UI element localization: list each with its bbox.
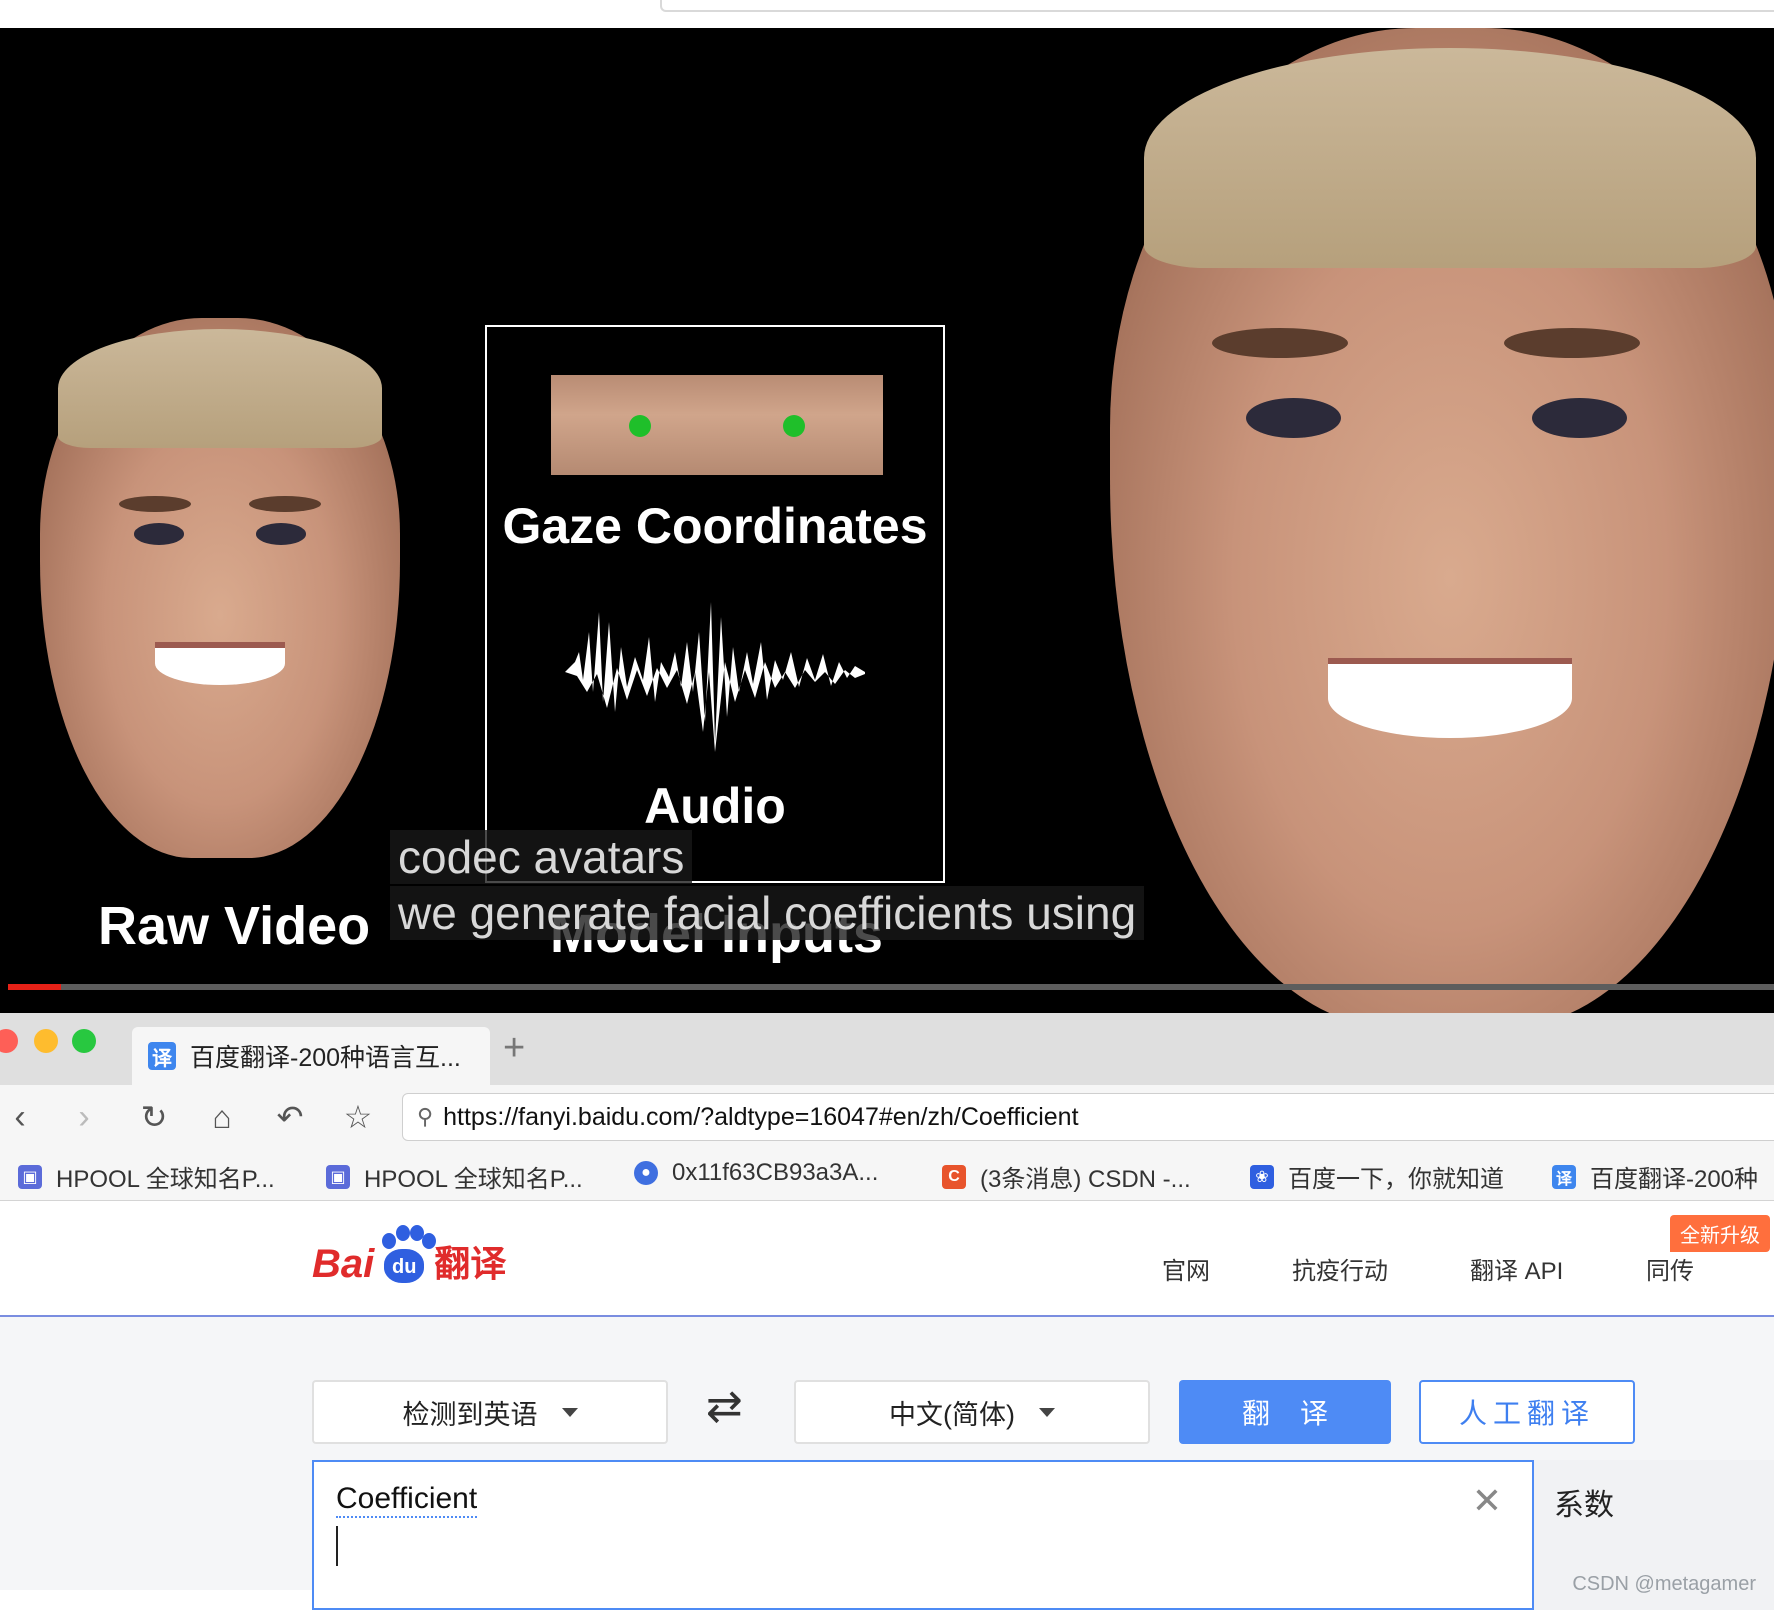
gaze-dot-left <box>629 415 651 437</box>
source-text-area[interactable]: Coefficient ✕ <box>312 1460 1534 1610</box>
forward-icon[interactable]: › <box>64 1097 104 1137</box>
baidu-paw-icon: du <box>376 1225 437 1287</box>
nav-bar: ‹ › ↻ ⌂ ↶ ☆ ⚲ https://fanyi.baidu.com/?a… <box>0 1085 1774 1151</box>
source-text: Coefficient <box>336 1482 478 1518</box>
audio-waveform <box>565 602 865 752</box>
baidu-translate-logo[interactable]: Bai du 翻译 <box>312 1225 506 1287</box>
close-icon[interactable]: ✕ <box>1472 1480 1502 1522</box>
nav-link-antiepidemic[interactable]: 抗疫行动 <box>1292 1251 1388 1286</box>
nav-link-interpreting[interactable]: 同传 <box>1646 1251 1694 1286</box>
tab-baidu-translate[interactable]: 译 百度翻译-200种语言互... <box>132 1027 490 1085</box>
caption-line-2: we generate facial coefficients using <box>390 886 1145 940</box>
url-text: https://fanyi.baidu.com/?aldtype=16047#e… <box>443 1102 1079 1131</box>
bookmark-label: (3条消息) CSDN -... <box>980 1166 1191 1193</box>
bookmarks-bar: ▣ HPOOL 全球知名P... ▣ HPOOL 全球知名P... ● 0x11… <box>0 1151 1774 1201</box>
caption-line-1: codec avatars <box>390 830 693 884</box>
logo-du: du <box>384 1249 425 1283</box>
back-icon[interactable]: ‹ <box>0 1097 40 1137</box>
audio-label: Audio <box>644 778 786 834</box>
video-progress-bar[interactable] <box>8 984 1774 990</box>
hpool-icon: ▣ <box>18 1164 42 1189</box>
reload-icon[interactable]: ↻ <box>134 1097 174 1137</box>
csdn-icon: C <box>942 1164 966 1189</box>
raw-video-label: Raw Video <box>98 896 371 956</box>
avatar-face <box>1110 28 1774 1013</box>
target-language-select[interactable]: 中文(简体) <box>794 1380 1150 1444</box>
tab-title: 百度翻译-200种语言互... <box>190 1044 461 1072</box>
target-language-label: 中文(简体) <box>889 1399 1015 1430</box>
text-cursor <box>336 1526 338 1566</box>
new-tab-button[interactable]: + <box>503 1027 525 1070</box>
swap-languages-icon[interactable]: ⇄ <box>706 1381 743 1432</box>
bookmark-label: HPOOL 全球知名P... <box>364 1166 583 1193</box>
model-inputs-box: Gaze Coordinates Audio <box>485 325 945 883</box>
home-icon[interactable]: ⌂ <box>202 1097 242 1137</box>
chevron-down-icon <box>561 1407 578 1417</box>
eyes-strip <box>551 375 883 475</box>
minimize-window-icon[interactable] <box>34 1029 58 1053</box>
bookmark-label: 百度一下，你就知道 <box>1288 1166 1504 1193</box>
result-area: 系数 CSDN @metagamer <box>1534 1460 1774 1610</box>
search-icon: ⚲ <box>417 1104 434 1129</box>
address-bar[interactable]: ⚲ https://fanyi.baidu.com/?aldtype=16047… <box>402 1093 1774 1141</box>
bookmark-item[interactable]: ❀ 百度一下，你就知道 <box>1250 1159 1504 1194</box>
nav-link-official[interactable]: 官网 <box>1162 1251 1210 1286</box>
bookmark-label: HPOOL 全球知名P... <box>56 1166 275 1193</box>
star-icon[interactable]: ☆ <box>338 1097 378 1137</box>
close-window-icon[interactable] <box>0 1029 18 1053</box>
top-window-edge <box>0 0 1774 28</box>
bookmark-label: 0x11f63CB93a3A... <box>672 1159 879 1186</box>
baidu-translate-icon: 译 <box>148 1042 176 1070</box>
source-language-select[interactable]: 检测到英语 <box>312 1380 668 1444</box>
gaze-label: Gaze Coordinates <box>502 498 928 554</box>
source-language-label: 检测到英语 <box>402 1399 538 1430</box>
baidu-translate-page: Bai du 翻译 官网 抗疫行动 翻译 API 同传 全新升级 检测到英语 ⇄… <box>0 1201 1774 1610</box>
upgrade-badge: 全新升级 <box>1670 1215 1770 1252</box>
baidu-translate-icon: 译 <box>1552 1164 1576 1189</box>
hpool-icon: ▣ <box>326 1164 350 1189</box>
bookmark-item[interactable]: C (3条消息) CSDN -... <box>942 1159 1191 1194</box>
result-text: 系数 <box>1554 1489 1614 1522</box>
logo-bai: Bai <box>312 1242 375 1286</box>
bookmark-item[interactable]: 译 百度翻译-200种 <box>1552 1159 1758 1194</box>
video-player[interactable]: Gaze Coordinates Audio Raw Video Model I… <box>0 28 1774 1013</box>
logo-fanyi: 翻译 <box>434 1243 507 1284</box>
translate-button[interactable]: 翻译 <box>1179 1380 1391 1444</box>
drop-icon: ● <box>634 1161 658 1185</box>
bookmark-label: 百度翻译-200种 <box>1590 1166 1759 1193</box>
chevron-down-icon <box>1038 1407 1055 1417</box>
gaze-dot-right <box>783 415 805 437</box>
human-translate-button[interactable]: 人工翻译 <box>1419 1380 1635 1444</box>
top-window-field <box>660 0 1774 12</box>
tab-bar: 译 百度翻译-200种语言互... + <box>0 1013 1774 1085</box>
bookmark-item[interactable]: ▣ HPOOL 全球知名P... <box>18 1159 275 1194</box>
baidu-paw-icon: ❀ <box>1250 1164 1274 1189</box>
site-header: Bai du 翻译 官网 抗疫行动 翻译 API 同传 全新升级 <box>0 1201 1774 1317</box>
undo-icon[interactable]: ↶ <box>270 1097 310 1137</box>
watermark: CSDN @metagamer <box>1572 1573 1756 1595</box>
bookmark-item[interactable]: ● 0x11f63CB93a3A... <box>634 1159 878 1187</box>
bookmark-item[interactable]: ▣ HPOOL 全球知名P... <box>326 1159 583 1194</box>
video-progress-fill <box>8 984 61 990</box>
nav-link-api[interactable]: 翻译 API <box>1470 1251 1563 1286</box>
raw-video-face <box>40 318 400 858</box>
maximize-window-icon[interactable] <box>72 1029 96 1053</box>
